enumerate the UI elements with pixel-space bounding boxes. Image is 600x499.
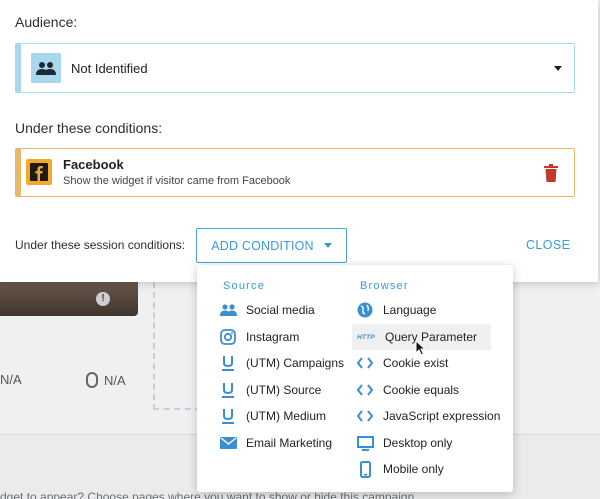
add-condition-dropdown: Source Browser Social media Instagram (U…	[197, 265, 513, 492]
mouse-icon	[86, 372, 98, 388]
instagram-icon	[219, 328, 237, 346]
menu-item-label: (UTM) Medium	[246, 409, 326, 423]
na-right-text: N/A	[104, 372, 126, 388]
caret-down-icon	[554, 66, 562, 71]
utm-icon	[219, 407, 237, 425]
http-icon-text: HTTP	[357, 333, 375, 341]
menu-item-social-media[interactable]: Social media	[215, 297, 315, 323]
browser-heading: Browser	[360, 280, 409, 292]
menu-item-javascript-expression[interactable]: JavaScript expression	[352, 403, 500, 429]
users-icon	[219, 301, 237, 319]
menu-item-cookie-exist[interactable]: Cookie exist	[352, 350, 448, 376]
menu-item-label: Language	[383, 303, 437, 317]
menu-item-label: (UTM) Source	[246, 383, 322, 397]
audience-selected-value: Not Identified	[71, 60, 148, 76]
globe-icon	[356, 301, 374, 319]
menu-item-label: Social media	[246, 303, 315, 317]
mouse-cursor-icon	[415, 339, 427, 356]
menu-item-utm-source[interactable]: (UTM) Source	[215, 377, 321, 403]
na-left-text: N/A	[0, 372, 22, 387]
menu-item-email-marketing[interactable]: Email Marketing	[215, 430, 332, 456]
menu-item-desktop-only[interactable]: Desktop only	[352, 430, 452, 456]
menu-item-cookie-equals[interactable]: Cookie equals	[352, 377, 459, 403]
menu-item-label: (UTM) Campaigns	[246, 356, 345, 370]
condition-card-facebook[interactable]: Facebook Show the widget if visitor came…	[15, 148, 575, 197]
source-heading: Source	[223, 280, 266, 292]
add-condition-button[interactable]: ADD CONDITION	[196, 228, 347, 263]
code-icon	[356, 354, 374, 372]
menu-item-label: Cookie equals	[383, 383, 460, 397]
close-button[interactable]: CLOSE	[526, 238, 570, 252]
session-conditions-label: Under these session conditions:	[15, 238, 186, 252]
trash-icon[interactable]	[544, 164, 558, 182]
menu-item-label: Desktop only	[383, 436, 453, 450]
utm-icon	[219, 381, 237, 399]
na-right: N/A	[86, 372, 126, 388]
code-icon	[356, 381, 374, 399]
condition-modal: Audience: Not Identified Under these con…	[0, 0, 598, 282]
condition-title: Facebook	[63, 157, 124, 172]
screen: ! N/A N/A dget to appear? Choose pages w…	[0, 0, 600, 499]
users-icon	[31, 53, 61, 83]
menu-item-utm-medium[interactable]: (UTM) Medium	[215, 403, 326, 429]
na-left: N/A	[0, 372, 22, 387]
background-image-card: !	[0, 282, 138, 316]
audience-label: Audience:	[15, 14, 78, 30]
mobile-icon	[356, 460, 374, 478]
mail-icon	[219, 434, 237, 452]
add-condition-label: ADD CONDITION	[211, 238, 314, 253]
menu-item-label: Email Marketing	[246, 436, 333, 450]
menu-item-label: Instagram	[246, 330, 300, 344]
menu-item-instagram[interactable]: Instagram	[215, 324, 299, 350]
http-icon: HTTP	[356, 328, 376, 346]
menu-item-label: Query Parameter	[385, 330, 478, 344]
menu-item-language[interactable]: Language	[352, 297, 436, 323]
menu-item-label: JavaScript expression	[383, 409, 501, 423]
menu-item-mobile-only[interactable]: Mobile only	[352, 456, 444, 482]
code-icon	[356, 407, 374, 425]
facebook-icon	[26, 159, 52, 185]
desktop-icon	[356, 434, 374, 452]
utm-icon	[219, 354, 237, 372]
menu-item-utm-campaigns[interactable]: (UTM) Campaigns	[215, 350, 344, 376]
menu-item-label: Mobile only	[383, 462, 444, 476]
caret-down-icon	[323, 243, 332, 248]
audience-select[interactable]: Not Identified	[15, 43, 575, 93]
info-icon: !	[96, 292, 110, 306]
conditions-label: Under these conditions:	[15, 120, 163, 136]
condition-description: Show the widget if visitor came from Fac…	[63, 175, 291, 187]
menu-item-label: Cookie exist	[383, 356, 449, 370]
